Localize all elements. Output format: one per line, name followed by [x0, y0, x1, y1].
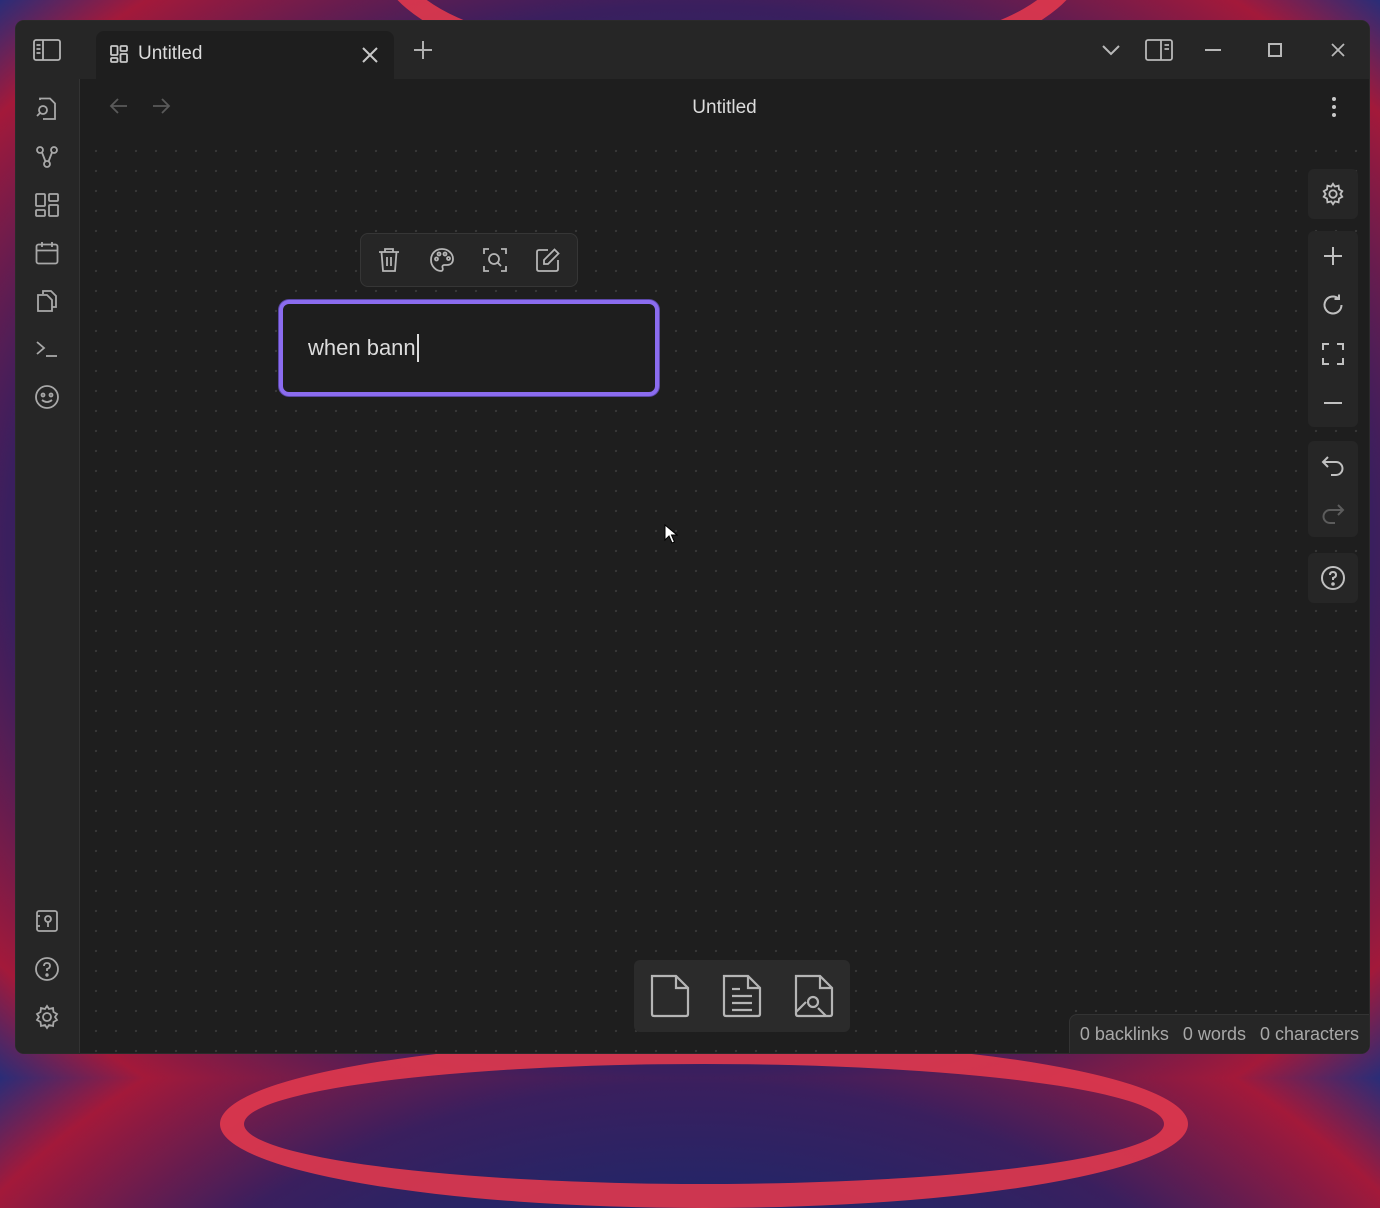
- close-tab-icon[interactable]: [358, 43, 382, 67]
- quick-switcher-icon[interactable]: [31, 93, 63, 125]
- more-options-icon[interactable]: [1323, 95, 1345, 119]
- zoom-out-icon[interactable]: [1320, 390, 1346, 416]
- app-window: Untitled Untitled when bann 0 backlinks …: [16, 21, 1369, 1053]
- card-tray: [634, 960, 850, 1032]
- help-icon[interactable]: [31, 953, 63, 985]
- plugin-icon[interactable]: [31, 381, 63, 413]
- vault-switcher-icon[interactable]: [31, 905, 63, 937]
- right-sidebar-toggle-icon[interactable]: [1144, 36, 1174, 64]
- node-toolbar: [360, 233, 578, 287]
- zoom-to-fit-icon[interactable]: [1320, 341, 1346, 367]
- zoom-to-selection-icon[interactable]: [481, 246, 509, 274]
- zoom-in-icon[interactable]: [1320, 243, 1346, 269]
- mouse-cursor-icon: [664, 524, 678, 544]
- trash-icon[interactable]: [375, 246, 403, 274]
- tab-untitled[interactable]: Untitled: [96, 31, 394, 79]
- minimize-icon[interactable]: [1198, 36, 1228, 64]
- status-bar: 0 backlinks 0 words 0 characters: [1068, 1014, 1369, 1053]
- reset-zoom-icon[interactable]: [1320, 292, 1346, 318]
- add-note-icon[interactable]: [718, 972, 766, 1020]
- maximize-icon[interactable]: [1260, 36, 1290, 64]
- settings-group: [1308, 169, 1358, 219]
- text-caret: [416, 334, 419, 362]
- settings-icon[interactable]: [31, 1001, 63, 1033]
- word-count: 0 words: [1182, 1023, 1246, 1044]
- graph-view-icon[interactable]: [31, 141, 63, 173]
- sidebar-toggle-icon[interactable]: [31, 36, 63, 64]
- edit-icon[interactable]: [534, 246, 562, 274]
- title-bar: Untitled: [16, 21, 1369, 79]
- templates-icon[interactable]: [31, 285, 63, 317]
- palette-icon[interactable]: [428, 246, 456, 274]
- history-group: [1308, 441, 1358, 537]
- new-card-icon[interactable]: [646, 972, 694, 1020]
- daily-notes-icon[interactable]: [31, 237, 63, 269]
- new-tab-icon[interactable]: [412, 39, 436, 63]
- wallpaper-arc: [220, 1040, 1188, 1208]
- text-node-editor[interactable]: when bann: [308, 334, 419, 362]
- close-window-icon[interactable]: [1323, 36, 1353, 64]
- canvas-icon[interactable]: [31, 189, 63, 221]
- command-palette-icon[interactable]: [31, 333, 63, 365]
- text-node-text: when bann: [308, 335, 416, 360]
- canvas-area[interactable]: when bann: [80, 135, 1369, 1053]
- view-header: Untitled: [80, 79, 1369, 135]
- undo-icon[interactable]: [1320, 453, 1346, 479]
- help-group: [1308, 553, 1358, 603]
- settings-icon[interactable]: [1320, 181, 1346, 207]
- left-ribbon: [16, 79, 80, 1053]
- tab-title: Untitled: [138, 43, 203, 64]
- backlinks-count[interactable]: 0 backlinks: [1080, 1024, 1169, 1045]
- add-media-icon[interactable]: [790, 972, 838, 1020]
- tab-list-chevron-down-icon[interactable]: [1096, 36, 1126, 64]
- text-node[interactable]: when bann: [279, 300, 659, 396]
- zoom-group: [1308, 231, 1358, 427]
- redo-icon[interactable]: [1320, 501, 1346, 527]
- view-title[interactable]: Untitled: [80, 97, 1369, 119]
- character-count: 0 characters: [1259, 1023, 1359, 1044]
- canvas-icon: [110, 45, 128, 63]
- help-icon[interactable]: [1320, 565, 1346, 591]
